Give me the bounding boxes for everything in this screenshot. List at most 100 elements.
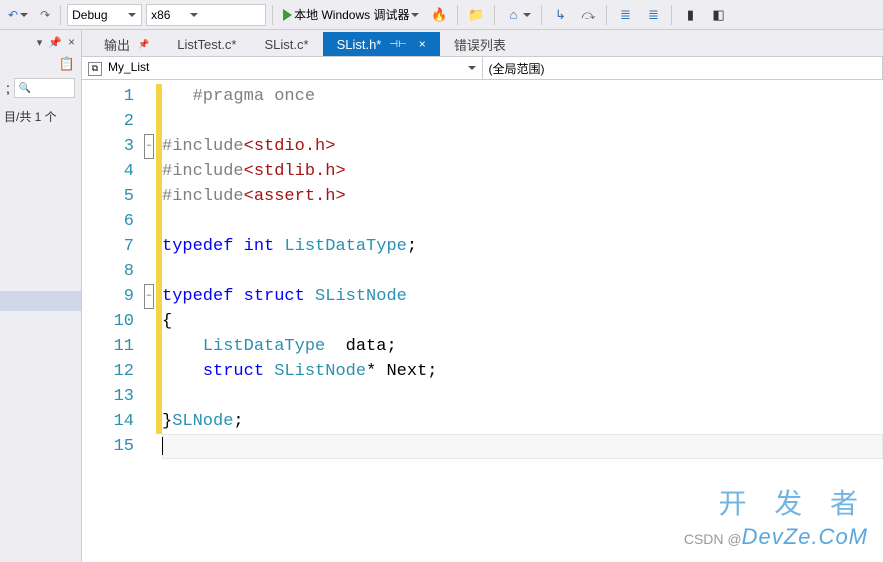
bookmark-button[interactable]: ▮ bbox=[678, 5, 702, 25]
play-icon bbox=[283, 9, 292, 21]
chevron-down-icon bbox=[190, 13, 198, 17]
toolbar-separator bbox=[494, 5, 495, 25]
close-icon[interactable]: × bbox=[419, 37, 426, 51]
configuration-dropdown-label: Debug bbox=[72, 8, 107, 22]
code-line[interactable] bbox=[162, 109, 883, 134]
fold-cell bbox=[142, 159, 156, 184]
code-line[interactable] bbox=[162, 384, 883, 409]
code-line[interactable]: #include<stdio.h> bbox=[162, 134, 883, 159]
folder-icon: 📁 bbox=[468, 7, 484, 23]
code-line[interactable]: { bbox=[162, 309, 883, 334]
left-panel-selected-item[interactable] bbox=[0, 291, 81, 311]
redo-icon: ↷ bbox=[40, 8, 50, 22]
undo-button[interactable]: ↶ bbox=[4, 6, 32, 24]
toolbar-separator bbox=[60, 5, 61, 25]
fold-gutter: −− bbox=[142, 80, 156, 562]
editor-tab[interactable]: 错误列表 bbox=[440, 32, 520, 56]
fold-cell bbox=[142, 84, 156, 109]
watermark-brand: CSDN @DevZe.CoM bbox=[684, 524, 868, 550]
step-icon: ↳ bbox=[552, 7, 568, 23]
code-line[interactable]: typedef struct SListNode bbox=[162, 284, 883, 309]
platform-dropdown-label: x86 bbox=[151, 8, 170, 22]
pin-icon[interactable]: ⊣⊢ bbox=[389, 39, 406, 50]
left-panel-header: ▾ 📌 × bbox=[0, 30, 81, 54]
configuration-dropdown[interactable]: Debug bbox=[67, 4, 142, 26]
code-line[interactable]: typedef int ListDataType; bbox=[162, 234, 883, 259]
home-button[interactable]: ⌂ bbox=[501, 5, 535, 25]
code-line[interactable] bbox=[162, 434, 883, 459]
fold-toggle-icon[interactable]: − bbox=[144, 134, 154, 159]
line-number: 4 bbox=[82, 159, 142, 184]
editor-tab[interactable]: 输出 📌 bbox=[90, 32, 163, 56]
toolbar-separator bbox=[671, 5, 672, 25]
code-line[interactable] bbox=[162, 259, 883, 284]
bookmark-icon: ▮ bbox=[682, 7, 698, 23]
pin-icon[interactable]: 📌 bbox=[138, 39, 149, 50]
start-debug-label: 本地 Windows 调试器 bbox=[294, 6, 409, 23]
chevron-down-icon bbox=[468, 66, 476, 70]
project-scope-dropdown[interactable]: ⧉My_List bbox=[82, 57, 483, 79]
fold-cell bbox=[142, 234, 156, 259]
copy-icon[interactable]: 📋 bbox=[59, 56, 75, 72]
step-over-button[interactable]: ↳ bbox=[548, 5, 572, 25]
line-number: 5 bbox=[82, 184, 142, 209]
code-line[interactable]: #include<stdlib.h> bbox=[162, 159, 883, 184]
start-debug-button[interactable]: 本地 Windows 调试器 bbox=[279, 4, 423, 25]
editor-tab[interactable]: ListTest.c* bbox=[163, 32, 250, 56]
fold-cell bbox=[142, 409, 156, 434]
code-line[interactable]: struct SListNode* Next; bbox=[162, 359, 883, 384]
code-line[interactable]: }SLNode; bbox=[162, 409, 883, 434]
line-number: 12 bbox=[82, 359, 142, 384]
line-number: 10 bbox=[82, 309, 142, 334]
fold-cell bbox=[142, 109, 156, 134]
left-panel: ▾ 📌 × 📋 ; 目/共 1 个 bbox=[0, 30, 82, 562]
code-line[interactable]: #pragma once bbox=[162, 84, 883, 109]
line-number-gutter: 123456789101112131415 bbox=[82, 80, 142, 562]
line-number: 15 bbox=[82, 434, 142, 459]
left-panel-status: 目/共 1 个 bbox=[0, 102, 81, 131]
editor-tab[interactable]: SList.h* ⊣⊢ × bbox=[323, 32, 440, 56]
fold-toggle-icon[interactable]: − bbox=[144, 284, 154, 309]
chevron-down-icon bbox=[411, 13, 419, 17]
fold-cell[interactable]: − bbox=[142, 284, 156, 309]
toolbar-separator bbox=[541, 5, 542, 25]
tab-label: 输出 bbox=[104, 35, 130, 54]
fold-cell[interactable]: − bbox=[142, 134, 156, 159]
text-cursor bbox=[162, 437, 163, 455]
redo-button[interactable]: ↷ bbox=[36, 6, 54, 24]
line-number: 11 bbox=[82, 334, 142, 359]
format-button[interactable]: ≣ bbox=[613, 5, 637, 25]
bookmark-nav-button[interactable]: ◧ bbox=[706, 5, 730, 25]
platform-dropdown[interactable]: x86 bbox=[146, 4, 266, 26]
line-number: 8 bbox=[82, 259, 142, 284]
close-search-button[interactable]: ; bbox=[6, 80, 10, 96]
tab-label: 错误列表 bbox=[454, 35, 506, 54]
panel-options-button[interactable]: ▾ bbox=[37, 36, 43, 49]
bookmark-nav-icon: ◧ bbox=[710, 7, 726, 23]
line-number: 2 bbox=[82, 109, 142, 134]
chevron-down-icon bbox=[20, 13, 28, 17]
list-icon: ≣ bbox=[617, 7, 633, 23]
close-icon[interactable]: × bbox=[68, 35, 75, 49]
undo-icon: ↶ bbox=[8, 8, 18, 22]
editor-tab[interactable]: SList.c* bbox=[250, 32, 322, 56]
open-folder-button[interactable]: 📁 bbox=[464, 5, 488, 25]
fold-cell bbox=[142, 434, 156, 459]
fold-cell bbox=[142, 184, 156, 209]
hot-reload-button[interactable]: 🔥 bbox=[427, 5, 451, 25]
step-into-button[interactable]: ⤼ bbox=[576, 5, 600, 25]
format2-button[interactable]: ≣ bbox=[641, 5, 665, 25]
code-line[interactable]: ListDataType data; bbox=[162, 334, 883, 359]
toolbar-separator bbox=[606, 5, 607, 25]
member-scope-dropdown[interactable]: (全局范围) bbox=[483, 57, 883, 79]
code-line[interactable] bbox=[162, 209, 883, 234]
list-icon: ≣ bbox=[645, 7, 661, 23]
fold-cell bbox=[142, 334, 156, 359]
navigation-bar: ⧉My_List (全局范围) bbox=[82, 56, 883, 80]
toolbar-separator bbox=[272, 5, 273, 25]
toolbar-separator bbox=[457, 5, 458, 25]
code-line[interactable]: #include<assert.h> bbox=[162, 184, 883, 209]
pin-icon[interactable]: 📌 bbox=[48, 36, 62, 49]
search-input[interactable] bbox=[14, 78, 75, 98]
tab-label: SList.h* bbox=[337, 37, 382, 52]
